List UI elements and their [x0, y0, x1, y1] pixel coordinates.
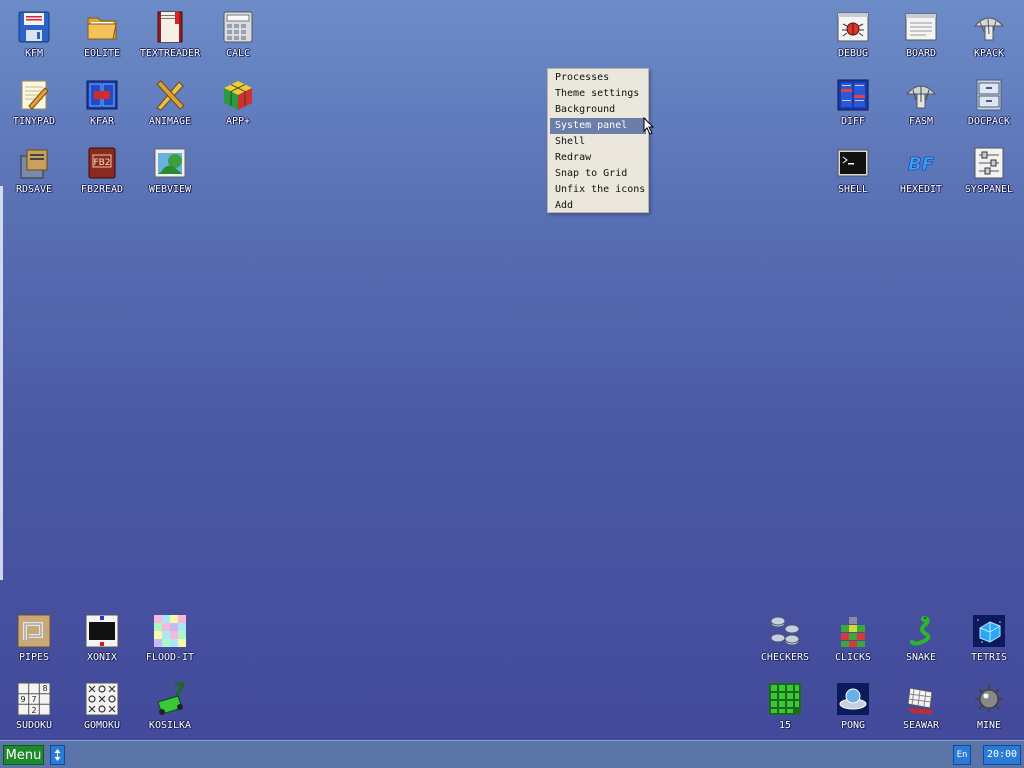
tetris-icon: [973, 615, 1005, 647]
pipes-icon: [17, 614, 51, 648]
terminal-icon: [837, 149, 869, 177]
bug-icon: [837, 12, 869, 42]
desktop-icon-kosilka[interactable]: KOSILKA: [136, 682, 204, 731]
checkers-icon: [770, 616, 800, 646]
desktop-icon-seawar[interactable]: SEAWAR: [887, 682, 955, 731]
desktop-icon-shell[interactable]: SHELL: [819, 146, 887, 195]
desktop-icon-mine[interactable]: MINE: [955, 682, 1023, 731]
taskbar: Menu En 20:00: [0, 740, 1024, 768]
switch-windows-button[interactable]: [50, 745, 65, 765]
file-manager-icon: [86, 80, 118, 110]
keyboard-language-button[interactable]: En: [953, 745, 971, 765]
diff-icon: [837, 79, 869, 111]
desktop-icon-sudoku[interactable]: 9782 SUDOKU: [0, 682, 68, 731]
pencil-ruler-icon: [156, 80, 185, 111]
desktop-icon-checkers[interactable]: CHECKERS: [751, 614, 819, 663]
desktop-icon-diff[interactable]: DIFF: [819, 78, 887, 127]
desktop-icon-hexedit[interactable]: BF HEXEDIT: [887, 146, 955, 195]
desktop-icon-app-plus[interactable]: APP+: [204, 78, 272, 127]
sliders-icon: [974, 147, 1004, 179]
xonix-icon: [85, 614, 119, 648]
desktop-icon-textreader[interactable]: TEXTREADER: [136, 10, 204, 59]
menu-item-unfix-icons[interactable]: Unfix the icons: [550, 182, 646, 198]
menu-item-add[interactable]: Add: [550, 198, 646, 214]
desktop-icon-fasm[interactable]: FASM: [887, 78, 955, 127]
seawar-icon: [907, 687, 934, 714]
start-menu-button[interactable]: Menu: [3, 745, 44, 765]
cabinet-icon: [976, 79, 1002, 111]
desktop-icon-calc[interactable]: CALC: [204, 10, 272, 59]
browser-globe-icon: [154, 148, 186, 178]
desktop-icon-flood-it[interactable]: FLOOD-IT: [136, 614, 204, 663]
book-icon: [157, 11, 183, 43]
desktop: { "desktop": { "icons_top_left": [ {"lab…: [0, 0, 1024, 768]
desktop-icon-xonix[interactable]: XONIX: [68, 614, 136, 663]
desktop-icon-pipes[interactable]: PIPES: [0, 614, 68, 663]
desktop-icon-board[interactable]: BOARD: [887, 10, 955, 59]
cube-icon: [224, 81, 252, 110]
menu-item-processes[interactable]: Processes: [550, 70, 646, 86]
menu-item-shell[interactable]: Shell: [550, 134, 646, 150]
svg-text:2: 2: [31, 706, 36, 715]
snake-icon: [910, 616, 931, 646]
desktop-icon-pong[interactable]: PONG: [819, 682, 887, 731]
clicks-icon: [841, 617, 865, 647]
svg-text:7: 7: [31, 695, 36, 704]
pong-icon: [837, 683, 869, 715]
svg-text:9: 9: [20, 695, 25, 704]
sudoku-icon: 9 78 2: [17, 682, 51, 716]
desktop-icon-syspanel[interactable]: SYSPANEL: [955, 146, 1023, 195]
desktop-icon-kfar[interactable]: KFAR: [68, 78, 136, 127]
notepad-icon: [21, 80, 49, 110]
clipboard-window-icon: [905, 13, 937, 41]
desktop-icon-clicks[interactable]: CLICKS: [819, 614, 887, 663]
svg-text:FB2: FB2: [93, 158, 110, 168]
desktop-icon-eolite[interactable]: EOLITE: [68, 10, 136, 59]
desktop-context-menu: Processes Theme settings Background Syst…: [547, 68, 649, 213]
fb2-book-icon: FB2: [88, 147, 116, 179]
desktop-icon-15[interactable]: 15: [751, 682, 819, 731]
fifteen-puzzle-icon: [769, 683, 801, 715]
desktop-icon-kfm[interactable]: KFM: [0, 10, 68, 59]
desktop-icon-fb2read[interactable]: FB2 FB2READ: [68, 146, 136, 195]
lawnmower-icon: [157, 682, 186, 715]
desktop-icon-tetris[interactable]: TETRIS: [955, 614, 1023, 663]
desktop-icon-webview[interactable]: WEBVIEW: [136, 146, 204, 195]
hexedit-icon-text: BF: [908, 154, 935, 175]
desktop-icon-debug[interactable]: DEBUG: [819, 10, 887, 59]
gomoku-icon: [85, 682, 119, 716]
clock[interactable]: 20:00: [983, 745, 1021, 765]
folder-icon: [87, 17, 117, 40]
mine-icon: [975, 685, 1003, 713]
flood-it-icon: [154, 615, 186, 647]
desktop-icon-animage[interactable]: ANIMAGE: [136, 78, 204, 127]
menu-item-system-panel[interactable]: System panel: [550, 118, 646, 134]
left-edge-strip: [0, 186, 3, 580]
mushroom-icon: [973, 17, 1005, 41]
menu-item-theme-settings[interactable]: Theme settings: [550, 86, 646, 102]
desktop-icon-gomoku[interactable]: GOMOKU: [68, 682, 136, 731]
desktop-icon-tinypad[interactable]: TINYPAD: [0, 78, 68, 127]
mouse-cursor-icon: [643, 117, 655, 135]
menu-item-background[interactable]: Background: [550, 102, 646, 118]
calculator-icon: [223, 11, 253, 43]
svg-text:8: 8: [42, 684, 47, 693]
assembler-icon: [905, 85, 937, 109]
floppy-disk-icon: [18, 11, 50, 43]
menu-item-redraw[interactable]: Redraw: [550, 150, 646, 166]
desktop-icon-rdsave[interactable]: RDSAVE: [0, 146, 68, 195]
hexedit-icon: BF: [908, 154, 935, 176]
menu-item-snap-to-grid[interactable]: Snap to Grid: [550, 166, 646, 182]
up-down-arrows-icon: [54, 749, 61, 761]
desktop-icon-docpack[interactable]: DOCPACK: [955, 78, 1023, 127]
desktop-icon-snake[interactable]: SNAKE: [887, 614, 955, 663]
save-icon: [20, 149, 48, 179]
desktop-icon-kpack[interactable]: KPACK: [955, 10, 1023, 59]
